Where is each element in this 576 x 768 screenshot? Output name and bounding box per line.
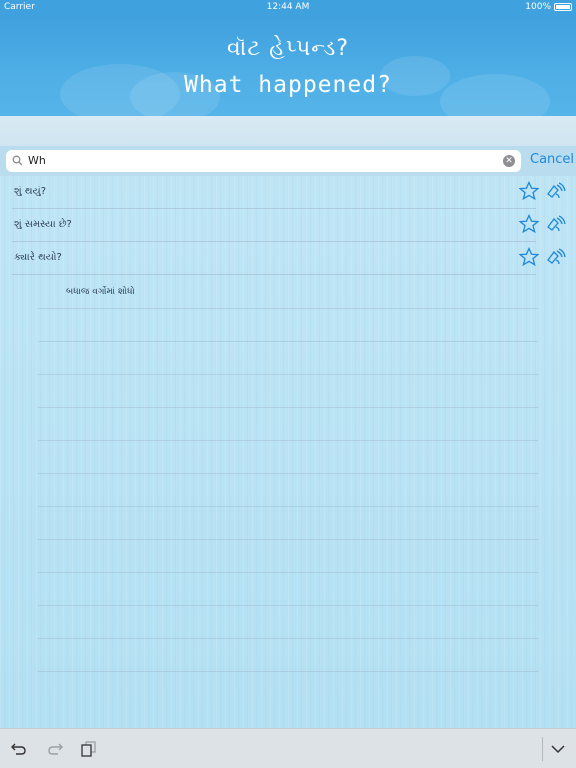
search-all-categories-link[interactable]: બધાજ વર્ગોમાં શોધો: [66, 287, 135, 297]
undo-icon[interactable]: [10, 741, 28, 757]
header-separator: [0, 116, 576, 146]
sound-icon[interactable]: [546, 215, 566, 233]
empty-rule: [38, 374, 538, 375]
phrase-header: વૉટ હેપ્પન્ડ? What happened?: [0, 16, 576, 116]
star-icon[interactable]: [519, 181, 539, 201]
status-bar: Carrier 12:44 AM 100%: [0, 0, 576, 16]
list-item[interactable]: ક્યારે થયો?: [0, 242, 576, 275]
list-item[interactable]: શું સમસ્યા છે?: [0, 209, 576, 242]
results-list: શું થયું? શું સમસ્યા છે? ક્યારે થયો? બધા…: [0, 176, 576, 728]
empty-rule: [38, 341, 538, 342]
phrase-title-gujarati: વૉટ હેપ્પન્ડ?: [226, 36, 350, 61]
star-icon[interactable]: [519, 247, 539, 267]
battery-percent: 100%: [525, 2, 551, 12]
battery-status: 100%: [525, 2, 572, 12]
star-icon[interactable]: [519, 214, 539, 234]
sound-icon[interactable]: [546, 182, 566, 200]
keyboard-toolbar: [0, 728, 576, 768]
phrase-text: ક્યારે થયો?: [14, 252, 62, 263]
clear-icon[interactable]: ✕: [503, 155, 515, 167]
empty-rule: [38, 539, 538, 540]
empty-rule: [38, 638, 538, 639]
list-item[interactable]: શું થયું?: [0, 176, 576, 209]
search-bar: Wh ✕: [0, 146, 576, 176]
empty-rule: [38, 473, 538, 474]
paste-icon[interactable]: [80, 741, 98, 757]
search-input-value: Wh: [28, 154, 46, 167]
battery-icon: [554, 3, 572, 11]
chevron-down-icon[interactable]: [550, 743, 566, 755]
phrase-text: શું થયું?: [14, 186, 47, 197]
toolbar-divider: [542, 737, 543, 761]
empty-rule: [38, 671, 538, 672]
empty-rule: [38, 605, 538, 606]
empty-rule: [38, 407, 538, 408]
empty-rule: [38, 440, 538, 441]
empty-rule: [38, 506, 538, 507]
phrase-text: શું સમસ્યા છે?: [14, 219, 72, 230]
sound-icon[interactable]: [546, 248, 566, 266]
redo-icon[interactable]: [46, 741, 64, 757]
phrase-title-english: What happened?: [184, 72, 392, 98]
empty-rule: [38, 572, 538, 573]
row-divider: [12, 274, 536, 275]
clock: 12:44 AM: [266, 2, 310, 12]
cancel-button[interactable]: Cancel: [530, 152, 574, 167]
search-input[interactable]: Wh ✕: [6, 150, 521, 172]
empty-rule: [38, 308, 538, 309]
search-icon: [12, 155, 23, 166]
